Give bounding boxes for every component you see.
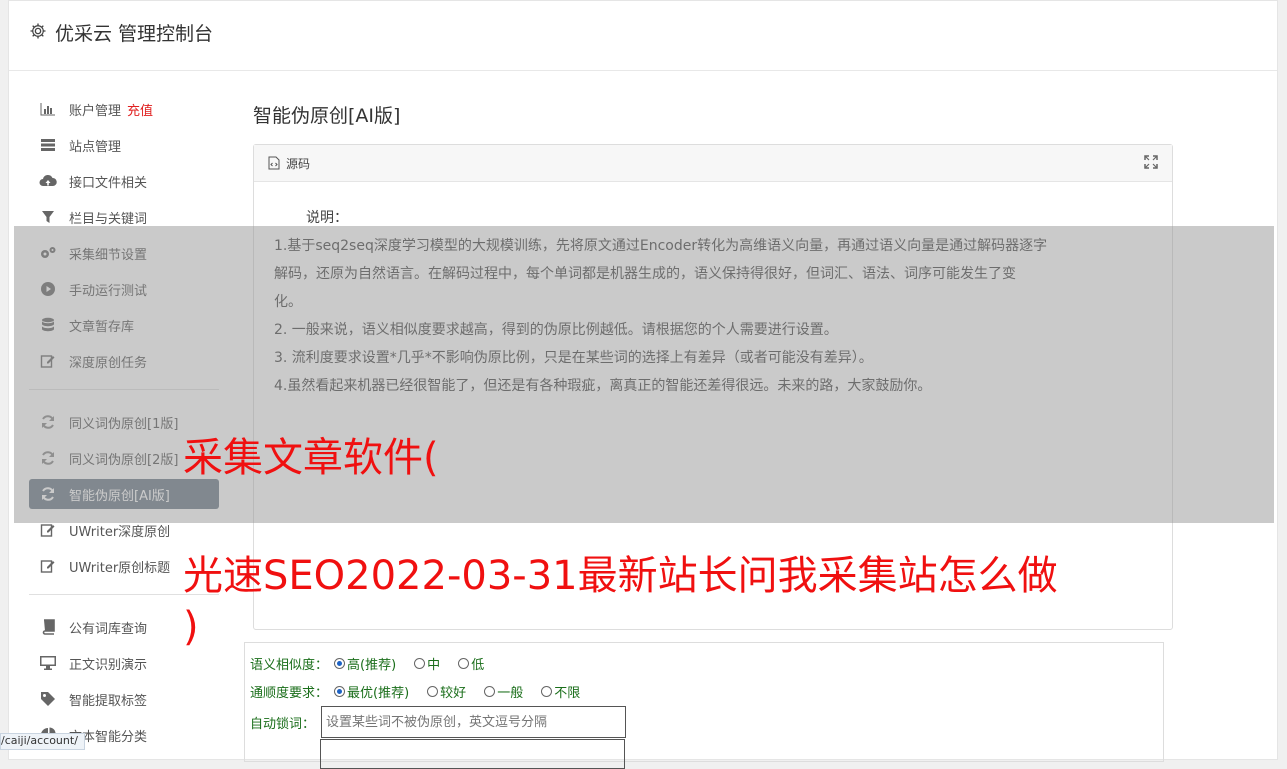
code-file-icon: [268, 156, 280, 170]
bar-chart-icon: [39, 100, 57, 118]
panel-title: 源码: [286, 156, 311, 171]
top-bar: 优采云 管理控制台: [9, 1, 1277, 71]
sidebar-item-label: 账户管理: [69, 103, 122, 119]
lock-label: 自动锁词：: [250, 716, 316, 732]
cloud-upload-icon: [39, 172, 57, 190]
fullscreen-icon[interactable]: [1144, 155, 1158, 172]
brand[interactable]: 优采云 管理控制台: [29, 19, 213, 46]
sidebar-item-label: 站点管理: [69, 139, 122, 155]
sidebar-item-label: 接口文件相关: [69, 175, 148, 191]
sidebar-item-interface[interactable]: 接口文件相关: [29, 163, 219, 199]
panel-header: 源码: [254, 145, 1172, 182]
similarity-label: 语义相似度：: [250, 657, 329, 673]
recharge-link[interactable]: 充值: [127, 100, 153, 119]
sidebar-item-label: 智能提取标签: [69, 693, 148, 709]
fluency-good-radio[interactable]: 较好: [427, 682, 466, 701]
settings-form: 语义相似度： 高(推荐) 中 低 通顺度要求： 最优(推荐) 较好 一般 不限 …: [244, 642, 1164, 769]
edit-icon: [39, 557, 57, 575]
sidebar-item-label: UWriter原创标题: [69, 560, 171, 576]
filter-icon: [39, 208, 57, 226]
sidebar-item-label: 正文识别演示: [69, 657, 148, 673]
sidebar-item-account[interactable]: 账户管理 充值: [29, 91, 219, 127]
overlay-headline-line3: ): [183, 604, 199, 650]
fluency-normal-radio[interactable]: 一般: [484, 682, 523, 701]
tag-icon: [39, 690, 57, 708]
similarity-row: 语义相似度： 高(推荐) 中 低: [250, 649, 1158, 677]
sidebar-item-sites[interactable]: 站点管理: [29, 127, 219, 163]
sidebar-item-body-recognition[interactable]: 正文识别演示: [29, 645, 219, 681]
fluency-row: 通顺度要求： 最优(推荐) 较好 一般 不限: [250, 677, 1158, 705]
lock-words-input[interactable]: [321, 706, 627, 738]
app-title: 优采云 管理控制台: [55, 23, 214, 45]
fluency-label: 通顺度要求：: [250, 685, 329, 701]
fluency-best-radio[interactable]: 最优(推荐): [334, 682, 409, 701]
second-input[interactable]: [320, 739, 625, 769]
status-bar-url: /caiji/account/: [0, 733, 85, 750]
fluency-any-radio[interactable]: 不限: [541, 682, 580, 701]
similarity-low-radio[interactable]: 低: [458, 654, 484, 673]
monitor-icon: [39, 654, 57, 672]
overlay-headline-line1: 采集文章软件(: [183, 435, 439, 481]
similarity-medium-radio[interactable]: 中: [414, 654, 440, 673]
edit-icon: [39, 521, 57, 539]
sidebar-item-label: UWriter深度原创: [69, 524, 171, 540]
similarity-high-radio[interactable]: 高(推荐): [334, 654, 396, 673]
server-icon: [39, 136, 57, 154]
book-icon: [39, 618, 57, 636]
overlay-headline-line2: 光速SEO2022-03-31最新站长问我采集站怎么做: [183, 553, 1058, 599]
lock-row: 自动锁词：: [250, 705, 1158, 739]
sidebar-item-label: 公有词库查询: [69, 621, 148, 637]
page-title: 智能伪原创[AI版]: [253, 105, 401, 127]
sidebar-item-extract-tags[interactable]: 智能提取标签: [29, 681, 219, 717]
gear-icon: [29, 22, 47, 44]
sidebar-item-label: 栏目与关键词: [69, 211, 148, 227]
